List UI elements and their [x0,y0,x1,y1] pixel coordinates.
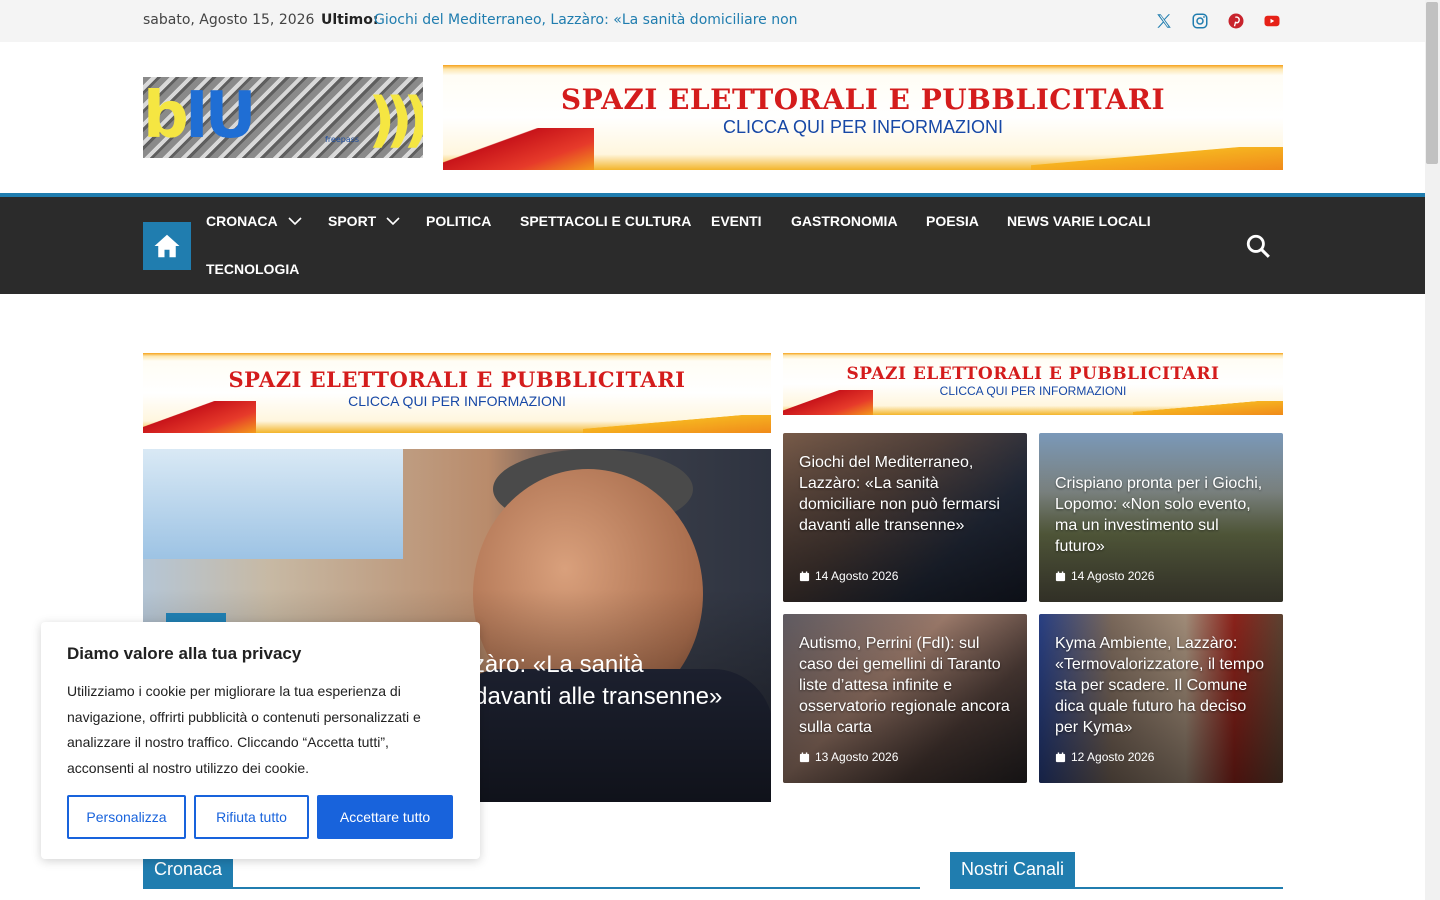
date-text: 14 Agosto 2026 [815,569,899,583]
article-tile-title[interactable]: Kyma Ambiente, Lazzàro: «Termovalorizzat… [1055,633,1269,738]
article-tile-date: 12 Agosto 2026 [1055,750,1154,764]
pinterest-icon[interactable] [1225,10,1247,32]
article-tile-date: 14 Agosto 2026 [1055,569,1154,583]
article-tile-date: 14 Agosto 2026 [799,569,898,583]
date-text: 14 Agosto 2026 [1071,569,1155,583]
cookie-consent-dialog: Diamo valore alla tua privacy Utilizziam… [41,622,480,859]
nav-item-news-varie-locali[interactable]: NEWS VARIE LOCALI [1007,213,1151,229]
nav-item-label: CRONACA [206,213,278,229]
nav-item-label: SPORT [328,213,377,229]
x-icon[interactable] [1153,10,1175,32]
date-text: 12 Agosto 2026 [1071,750,1155,764]
instagram-icon[interactable] [1189,10,1211,32]
reject-all-button[interactable]: Rifiuta tutto [194,795,309,839]
banner-swoosh-right [1031,146,1283,170]
banner-swoosh-right [582,415,771,433]
article-tile-1[interactable]: Giochi del Mediterraneo, Lazzàro: «La sa… [783,433,1027,602]
customize-button[interactable]: Personalizza [67,795,186,839]
article-tile-4[interactable]: Kyma Ambiente, Lazzàro: «Termovalorizzat… [1039,614,1283,783]
cookie-description: Utilizziamo i cookie per migliorare la t… [67,683,421,776]
logo-waves: ))) [368,85,423,155]
nav-item-eventi[interactable]: EVENTI [711,213,762,229]
banner-title: SPAZI ELETTORALI E PUBBLICITARI [228,367,686,392]
banner-swoosh-right [1133,401,1283,415]
search-icon [1246,234,1270,258]
nav-item-spettacoli-e-cultura[interactable]: SPETTACOLI E CULTURA [520,213,691,229]
article-tile-3[interactable]: Autismo, Perrini (FdI): sul caso dei gem… [783,614,1027,783]
scrollbar-thumb[interactable] [1426,2,1438,164]
article-tile-title[interactable]: Giochi del Mediterraneo, Lazzàro: «La sa… [799,452,1013,536]
calendar-icon [1055,751,1066,762]
site-logo[interactable]: bIU ))) freepass [143,77,423,158]
date-text: 13 Agosto 2026 [815,750,899,764]
youtube-icon[interactable] [1261,10,1283,32]
section-nostri-canali: Nostri Canali [950,852,1283,889]
section-title: Nostri Canali [950,852,1076,887]
article-tile-2[interactable]: Crispiano pronta per i Giochi, Lopomo: «… [1039,433,1283,602]
home-icon [154,234,180,258]
nav-item-politica[interactable]: POLITICA [426,213,491,229]
feature-image-background [143,449,403,559]
top-bar: sabato, Agosto 15, 2026 Ultimo: Giochi d… [0,0,1425,42]
chevron-down-icon [386,217,400,226]
banner-title: SPAZI ELETTORALI E PUBBLICITARI [560,83,1166,116]
cookie-title: Diamo valore alla tua privacy [67,644,302,663]
calendar-icon [799,751,810,762]
banner-title: SPAZI ELETTORALI E PUBBLICITARI [846,364,1220,384]
latest-news-link[interactable]: Giochi del Mediterraneo, Lazzàro: «La sa… [374,12,798,28]
banner-subtitle: CLICCA QUI PER INFORMAZIONI [348,393,566,409]
content-ad-banner-right[interactable]: SPAZI ELETTORALI E PUBBLICITARI CLICCA Q… [783,353,1283,415]
logo-tagline: freepass [325,135,360,144]
article-tile-date: 13 Agosto 2026 [799,750,898,764]
nav-item-sport[interactable]: SPORT [328,213,400,229]
home-button[interactable] [143,222,191,270]
header-ad-banner[interactable]: SPAZI ELETTORALI E PUBBLICITARI CLICCA Q… [443,65,1283,170]
accept-all-button[interactable]: Accettare tutto [317,795,453,839]
current-date: sabato, Agosto 15, 2026 [143,12,315,28]
search-button[interactable] [1244,232,1272,260]
nav-item-tecnologia[interactable]: TECNOLOGIA [206,261,299,277]
calendar-icon [1055,570,1066,581]
latest-news-label: Ultimo: [321,12,379,28]
article-tile-title[interactable]: Autismo, Perrini (FdI): sul caso dei gem… [799,633,1013,738]
nav-item-cronaca[interactable]: CRONACA [206,213,302,229]
logo-wordmark: bIU [143,79,257,153]
main-navigation [0,197,1425,294]
nav-item-poesia[interactable]: POESIA [926,213,979,229]
nav-item-gastronomia[interactable]: GASTRONOMIA [791,213,898,229]
article-tile-title[interactable]: Crispiano pronta per i Giochi, Lopomo: «… [1055,473,1269,557]
content-ad-banner-left[interactable]: SPAZI ELETTORALI E PUBBLICITARI CLICCA Q… [143,353,771,433]
banner-subtitle: CLICCA QUI PER INFORMAZIONI [939,384,1127,398]
calendar-icon [799,570,810,581]
banner-subtitle: CLICCA QUI PER INFORMAZIONI [722,117,1004,137]
chevron-down-icon [287,217,302,226]
